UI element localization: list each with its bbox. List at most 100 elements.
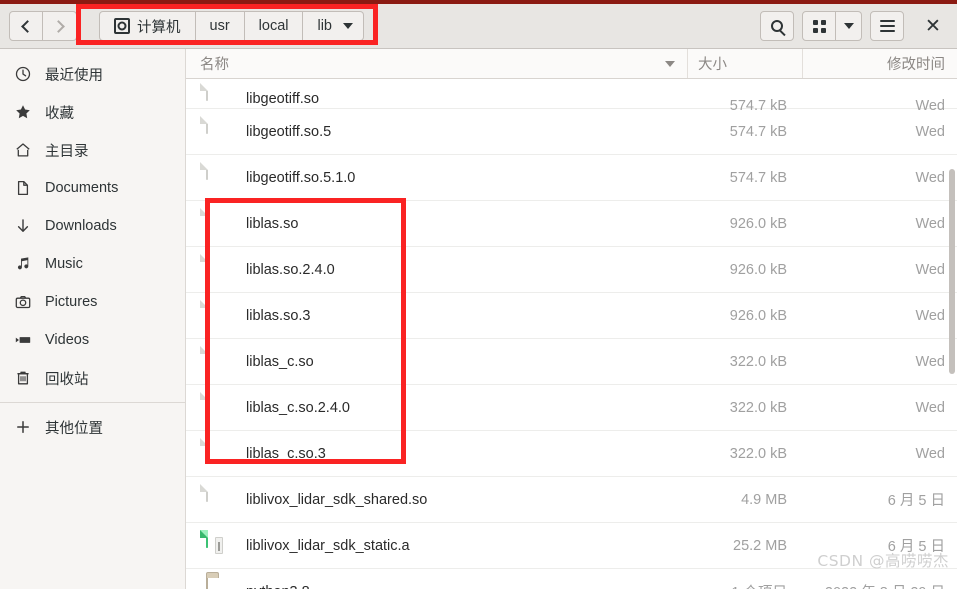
sidebar-item-label: Documents [45, 180, 119, 196]
file-modified-cell: Wed [915, 353, 945, 370]
file-icon [206, 83, 208, 101]
sidebar-item-downloads[interactable]: Downloads [0, 207, 185, 245]
file-type-icon-wrap [206, 529, 232, 561]
table-row[interactable]: libgeotiff.so.5 574.7 kB Wed [186, 109, 957, 155]
column-header-modified-label: 修改时间 [887, 57, 945, 73]
file-icon [206, 391, 208, 410]
file-list-rows[interactable]: libgeotiff.so 574.7 kB Wed libgeotiff.so.5 5… [186, 79, 957, 589]
file-size-cell: 574.7 kB [729, 169, 787, 186]
file-size-cell: 4.9 MB [741, 491, 787, 508]
archive-icon [206, 529, 223, 554]
file-name-label: libgeotiff.so.5.1.0 [246, 169, 356, 186]
sidebar-item-videos[interactable]: Videos [0, 321, 185, 359]
main-menu-button[interactable] [870, 11, 904, 41]
column-header-size-label: 大小 [698, 57, 727, 73]
file-size-cell: 322.0 kB [729, 445, 787, 462]
file-name-label: python3.8 [246, 584, 310, 589]
chevron-down-icon[interactable] [343, 23, 353, 29]
column-header-modified[interactable]: 修改时间 [802, 49, 957, 78]
file-type-icon-wrap [206, 83, 232, 114]
breadcrumb-label: 计算机 [137, 19, 181, 36]
sidebar-item-other-locations[interactable]: 其他位置 [0, 408, 185, 446]
sidebar-item-label: Pictures [45, 294, 98, 310]
file-name-label: liblivox_lidar_sdk_shared.so [246, 491, 428, 508]
sidebar-item-pictures[interactable]: Pictures [0, 283, 185, 321]
file-icon [206, 483, 208, 502]
breadcrumb-item-computer[interactable]: 计算机 [99, 11, 196, 41]
sidebar-item-trash[interactable]: 回收站 [0, 359, 185, 397]
file-type-icon-wrap [206, 161, 232, 193]
file-modified-cell: Wed [915, 123, 945, 140]
file-name-label: liblas.so [246, 215, 299, 232]
breadcrumb-label: local [258, 18, 289, 34]
search-icon [771, 20, 783, 32]
breadcrumb-label: usr [209, 18, 230, 34]
breadcrumb-item-local[interactable]: local [244, 11, 304, 41]
table-row[interactable]: liblas.so.3 926.0 kB Wed [186, 293, 957, 339]
file-name-label: liblivox_lidar_sdk_static.a [246, 537, 410, 554]
file-name-label: libgeotiff.so.5 [246, 123, 332, 140]
file-name-label: liblas_c.so [246, 353, 314, 370]
sidebar-item-label: 其他位置 [45, 420, 103, 437]
file-manager-window: 计算机 usr local lib ✕ 最近使用 收藏 主目录 Document… [0, 0, 957, 589]
file-icon [206, 161, 208, 180]
folder-icon [206, 575, 208, 589]
file-type-icon-wrap [206, 575, 232, 589]
download-icon [14, 218, 32, 234]
file-modified-cell: 2022 年 8 月 29 日 [802, 581, 957, 589]
sort-descending-icon [665, 60, 675, 67]
chevron-left-icon [21, 19, 34, 33]
file-name-label: liblas_c.so.3 [246, 445, 326, 462]
sidebar-item-label: 主目录 [45, 143, 89, 160]
file-name-cell: liblivox_lidar_sdk_shared.so [186, 483, 687, 515]
table-row[interactable]: liblivox_lidar_sdk_shared.so 4.9 MB 6 月 5 … [186, 477, 957, 523]
chevron-right-icon [51, 19, 65, 33]
sidebar-item-music[interactable]: Music [0, 245, 185, 283]
view-mode-group [802, 11, 862, 41]
file-name-cell: liblas_c.so [186, 345, 687, 377]
grid-view-button[interactable] [802, 11, 836, 41]
column-header-name[interactable]: 名称 [186, 53, 687, 74]
back-button[interactable] [9, 11, 43, 41]
table-row[interactable]: liblas_c.so.2.4.0 322.0 kB Wed [186, 385, 957, 431]
search-button[interactable] [760, 11, 794, 41]
window-body: 最近使用 收藏 主目录 Documents Downloads Music Pi… [0, 49, 957, 589]
file-list-column-headers: 名称 大小 修改时间 [186, 49, 957, 79]
sidebar-item-label: Music [45, 256, 83, 272]
sidebar-item-documents[interactable]: Documents [0, 169, 185, 207]
sidebar-item-starred[interactable]: 收藏 [0, 93, 185, 131]
grid-view-icon [812, 19, 826, 33]
file-icon [206, 207, 208, 226]
table-row[interactable]: liblas.so 926.0 kB Wed [186, 201, 957, 247]
file-name-label: liblas.so.3 [246, 307, 311, 324]
table-row[interactable]: libgeotiff.so 574.7 kB Wed [186, 79, 957, 114]
file-type-icon-wrap [206, 253, 232, 285]
view-options-dropdown-button[interactable] [836, 11, 862, 41]
file-icon [206, 253, 208, 272]
sidebar-item-recent[interactable]: 最近使用 [0, 55, 185, 93]
music-icon [14, 256, 32, 272]
file-size-cell: 926.0 kB [729, 261, 787, 278]
sidebar-item-home[interactable]: 主目录 [0, 131, 185, 169]
close-window-button[interactable]: ✕ [918, 11, 948, 41]
header-toolbar: 计算机 usr local lib ✕ [0, 4, 957, 49]
table-row[interactable]: liblivox_lidar_sdk_static.a 25.2 MB 6 月 5 … [186, 523, 957, 569]
column-header-size[interactable]: 大小 [687, 49, 802, 78]
file-icon [206, 299, 208, 318]
file-name-cell: libgeotiff.so [186, 83, 687, 114]
breadcrumb: 计算机 usr local lib [99, 11, 364, 41]
file-type-icon-wrap [206, 391, 232, 423]
table-row[interactable]: liblas.so.2.4.0 926.0 kB Wed [186, 247, 957, 293]
table-row[interactable]: liblas_c.so 322.0 kB Wed [186, 339, 957, 385]
breadcrumb-item-usr[interactable]: usr [195, 11, 245, 41]
table-row[interactable]: libgeotiff.so.5.1.0 574.7 kB Wed [186, 155, 957, 201]
table-row[interactable]: python3.8 1 个项目2022 年 8 月 29 日 [186, 569, 957, 589]
forward-button[interactable] [43, 11, 77, 41]
file-size-cell: 25.2 MB [733, 537, 787, 554]
plus-icon [14, 419, 32, 435]
table-row[interactable]: liblas_c.so.3 322.0 kB Wed [186, 431, 957, 477]
file-type-icon-wrap [206, 345, 232, 377]
breadcrumb-item-lib[interactable]: lib [303, 11, 364, 41]
vertical-scrollbar[interactable] [949, 169, 955, 374]
file-name-cell: liblas.so.3 [186, 299, 687, 331]
